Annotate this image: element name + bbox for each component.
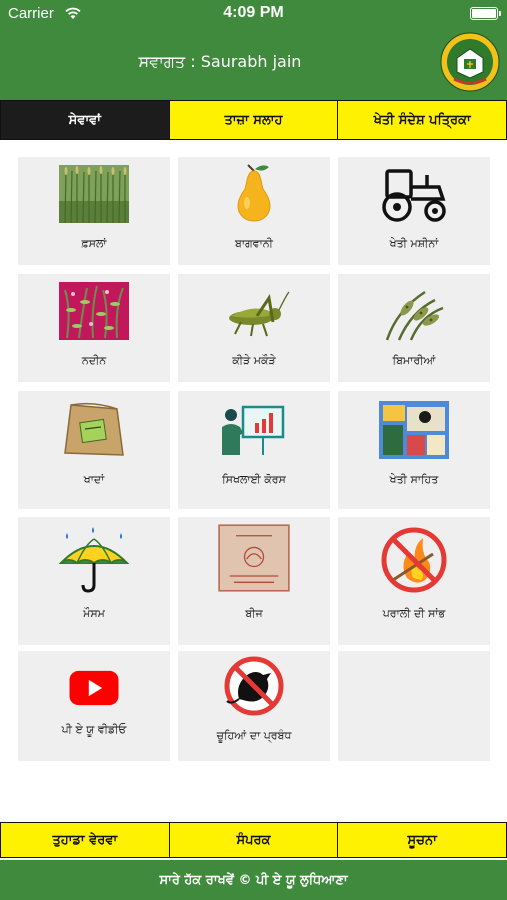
youtube-icon (69, 670, 119, 706)
copyright-footer: ਸਾਰੇ ਹੱਕ ਰਾਖਵੇਂ © ਪੀ ਏ ਯੂ ਲੁਧਿਆਣਾ (0, 860, 507, 900)
service-label: ਕੀੜੇ ਮਕੌੜੇ (232, 354, 276, 367)
header-bar: ਸਵਾਗਤ : Saurabh jain (0, 28, 507, 100)
university-emblem-icon (440, 32, 500, 92)
service-seeds[interactable]: ਬੀਜ (178, 517, 330, 645)
service-label: ਖੇਤੀ ਸਾਹਿਤ (389, 473, 439, 486)
service-label: ਬੀਜ (245, 607, 263, 620)
empty-cell (338, 651, 490, 761)
grasshopper-icon (229, 291, 290, 337)
seed-bag-icon (218, 524, 290, 592)
farm-literature-icon (379, 401, 449, 459)
main-tabs: ਸੇਵਾਵਾਂ ਤਾਜ਼ਾ ਸਲਾਹ ਖੇਤੀ ਸੰਦੇਸ਼ ਪਤ੍ਰਿਕਾ (0, 100, 507, 140)
training-presentation-icon (222, 405, 285, 455)
service-label: ਫ਼ਸਲਾਂ (81, 237, 107, 250)
service-label: ਸਿਖਲਾਈ ਕੋਰਸ (222, 473, 286, 486)
crop-field-icon (59, 165, 129, 224)
tab-your-profile[interactable]: ਤੁਹਾਡਾ ਵੇਰਵਾ (1, 823, 170, 857)
status-time: 4:09 PM (223, 4, 284, 21)
service-insects[interactable]: ਕੀੜੇ ਮਕੌੜੇ (178, 274, 330, 382)
diseased-plant-icon (385, 290, 444, 341)
umbrella-rain-icon (58, 527, 130, 593)
service-pau-videos[interactable]: ਪੀ ਏ ਯੂ ਵੀਡੀਓ (18, 651, 170, 761)
tab-latest-advice[interactable]: ਤਾਜ਼ਾ ਸਲਾਹ (169, 101, 339, 139)
service-label: ਪਰਾਲੀ ਦੀ ਸਾਂਭ (382, 607, 446, 620)
copyright-text: ਸਾਰੇ ਹੱਕ ਰਾਖਵੇਂ © ਪੀ ਏ ਯੂ ਲੁਧਿਆਣਾ (159, 872, 348, 888)
no-stubble-burning-icon (381, 527, 447, 593)
service-label: ਬਿਮਾਰੀਆਂ (392, 354, 436, 367)
service-fertilizers[interactable]: ਖਾਦਾਂ (18, 391, 170, 509)
fertilizer-bag-icon (64, 402, 124, 456)
tab-farm-magazine[interactable]: ਖੇਤੀ ਸੰਦੇਸ਼ ਪਤ੍ਰਿਕਾ (338, 101, 507, 139)
service-label: ਚੂਹਿਆਂ ਦਾ ਪ੍ਰਬੰਧ (216, 729, 292, 742)
weeds-icon (59, 282, 129, 340)
tab-notifications[interactable]: ਸੂਚਨਾ (338, 823, 506, 857)
service-diseases[interactable]: ਬਿਮਾਰੀਆਂ (338, 274, 490, 382)
tractor-icon (382, 169, 446, 222)
service-label: ਬਾਗਵਾਨੀ (235, 237, 273, 250)
service-farm-literature[interactable]: ਖੇਤੀ ਸਾਹਿਤ (338, 391, 490, 509)
service-label: ਮੌਸਮ (83, 607, 105, 620)
welcome-text: ਸਵਾਗਤ : Saurabh jain (138, 52, 302, 71)
service-stubble-management[interactable]: ਪਰਾਲੀ ਦੀ ਸਾਂਭ (338, 517, 490, 645)
service-horticulture[interactable]: ਬਾਗਵਾਨੀ (178, 157, 330, 265)
bottom-tabs: ਤੁਹਾਡਾ ਵੇਰਵਾ ਸੰਪਰਕ ਸੂਚਨਾ (0, 822, 507, 858)
service-weather[interactable]: ਮੌਸਮ (18, 517, 170, 645)
service-training-courses[interactable]: ਸਿਖਲਾਈ ਕੋਰਸ (178, 391, 330, 509)
battery-icon (470, 7, 501, 20)
status-bar: Carrier 4:09 PM (0, 0, 507, 28)
service-rodent-management[interactable]: ਚੂਹਿਆਂ ਦਾ ਪ੍ਰਬੰਧ (178, 651, 330, 761)
service-weeds[interactable]: ਨਦੀਨ (18, 274, 170, 382)
pear-fruit-icon (237, 164, 271, 222)
tab-contact[interactable]: ਸੰਪਰਕ (170, 823, 339, 857)
tab-services[interactable]: ਸੇਵਾਵਾਂ (1, 101, 170, 139)
service-label: ਖਾਦਾਂ (83, 473, 105, 486)
service-farm-machinery[interactable]: ਖੇਤੀ ਮਸ਼ੀਨਾਂ (338, 157, 490, 265)
service-crops[interactable]: ਫ਼ਸਲਾਂ (18, 157, 170, 265)
service-label: ਖੇਤੀ ਮਸ਼ੀਨਾਂ (389, 237, 439, 250)
no-rat-icon (224, 656, 284, 716)
service-label: ਨਦੀਨ (81, 354, 107, 367)
service-label: ਪੀ ਏ ਯੂ ਵੀਡੀਓ (61, 723, 127, 736)
